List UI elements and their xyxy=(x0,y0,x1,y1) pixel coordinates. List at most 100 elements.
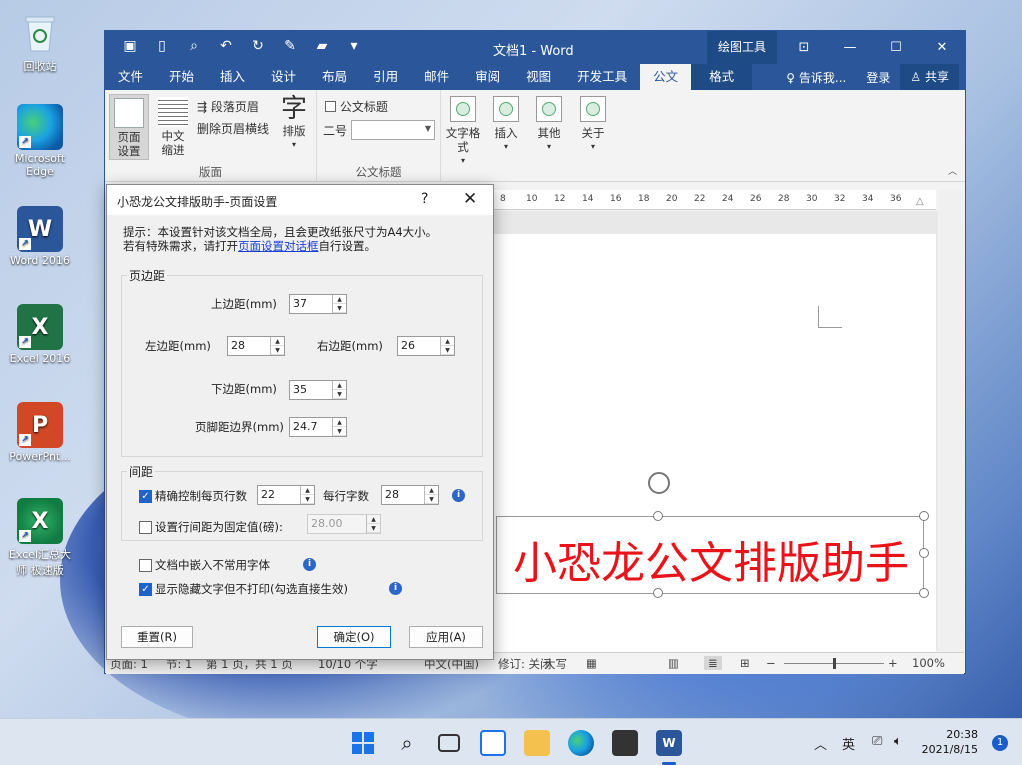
page-setup-dialog-link[interactable]: 页面设置对话框 xyxy=(238,239,319,253)
spin-up-icon[interactable]: ▲ xyxy=(441,337,454,346)
resize-handle-right[interactable] xyxy=(919,548,929,558)
chars-per-line-input[interactable]: 28 ▲ ▼ xyxy=(381,485,439,505)
text-box[interactable]: 小恐龙公文排版助手 xyxy=(496,516,924,594)
typeset-button[interactable]: 字 排版 ▾ xyxy=(275,94,313,160)
start-button[interactable] xyxy=(350,730,376,756)
read-mode-icon[interactable]: ▥ xyxy=(668,656,679,670)
save-icon[interactable]: ▣ xyxy=(121,38,139,54)
tab-review[interactable]: 审阅 xyxy=(462,64,513,90)
new-document-icon[interactable]: ▯ xyxy=(153,38,171,54)
fixed-spacing-label[interactable]: 设置行间距为固定值(磅): xyxy=(155,519,283,535)
info-icon[interactable]: i xyxy=(452,489,465,502)
spin-up-icon[interactable]: ▲ xyxy=(333,381,346,390)
info-icon[interactable]: i xyxy=(389,582,402,595)
other-menu-button[interactable]: 其他 ▾ xyxy=(531,96,567,154)
desktop-icon-word[interactable]: W ↗ Word 2016 xyxy=(0,206,80,267)
vertical-scrollbar[interactable] xyxy=(938,190,964,652)
show-hidden-icons-icon[interactable]: ︿ xyxy=(814,734,827,753)
cn-indent-button[interactable]: 中文 缩进 xyxy=(153,94,193,160)
fixed-spacing-checkbox[interactable] xyxy=(139,521,152,534)
indent-marker-icon[interactable]: △ xyxy=(916,196,924,207)
widgets-icon[interactable] xyxy=(480,730,506,756)
rotate-handle-icon[interactable] xyxy=(648,472,670,494)
spin-up-icon[interactable]: ▲ xyxy=(333,295,346,304)
input-method-indicator[interactable]: 英 xyxy=(842,734,855,753)
spin-down-icon[interactable]: ▼ xyxy=(301,495,314,504)
tell-me-search[interactable]: ♀ 告诉我... xyxy=(776,69,856,86)
right-margin-input[interactable]: 26 ▲ ▼ xyxy=(397,336,455,356)
spin-down-icon[interactable]: ▼ xyxy=(333,427,346,436)
clock[interactable]: 20:38 2021/8/15 xyxy=(922,727,978,757)
tab-format[interactable]: 格式 xyxy=(691,64,753,90)
volume-icon[interactable]: 🔈︎ xyxy=(894,734,902,749)
desktop-icon-recycle-bin[interactable]: 回收站 xyxy=(0,10,80,74)
undo-icon[interactable]: ↶ xyxy=(217,38,235,54)
spin-down-icon[interactable]: ▼ xyxy=(333,390,346,399)
embed-fonts-label[interactable]: 文档中嵌入不常用字体 xyxy=(155,557,270,573)
resize-handle-bottom-right[interactable] xyxy=(919,588,929,598)
resize-handle-bottom[interactable] xyxy=(653,588,663,598)
exact-lines-checkbox[interactable]: ✓ xyxy=(139,490,152,503)
search-icon[interactable]: ⌕ xyxy=(394,730,420,756)
zoom-level[interactable]: 100% xyxy=(912,656,945,670)
tab-design[interactable]: 设计 xyxy=(258,64,309,90)
close-button[interactable]: ✕ xyxy=(919,31,965,64)
reset-button[interactable]: 重置(R) xyxy=(121,626,193,648)
edit-icon[interactable]: ✎ xyxy=(281,38,299,54)
show-hidden-label[interactable]: 显示隐藏文字但不打印(勾选直接生效) xyxy=(155,581,348,597)
spin-up-icon[interactable]: ▲ xyxy=(425,486,438,495)
insert-menu-button[interactable]: 插入 ▾ xyxy=(488,96,524,154)
tab-layout[interactable]: 布局 xyxy=(309,64,360,90)
para-header-button[interactable]: ⇶ 段落页眉 xyxy=(197,98,259,115)
apply-button[interactable]: 应用(A) xyxy=(409,626,483,648)
network-icon[interactable]: ⎚ xyxy=(872,734,882,749)
redo-icon[interactable]: ↻ xyxy=(249,38,267,54)
tab-references[interactable]: 引用 xyxy=(360,64,411,90)
macro-record-icon[interactable]: ▦ xyxy=(586,656,597,670)
desktop-icon-edge[interactable]: ↗ Microsoft Edge xyxy=(0,104,80,178)
maximize-button[interactable]: ☐ xyxy=(873,31,919,64)
tab-gongwen[interactable]: 公文 xyxy=(640,64,692,90)
zoom-out-icon[interactable]: − xyxy=(766,656,776,670)
spin-up-icon[interactable]: ▲ xyxy=(301,486,314,495)
print-layout-icon[interactable]: ≣ xyxy=(704,656,722,670)
bottom-margin-input[interactable]: 35 ▲ ▼ xyxy=(289,380,347,400)
left-margin-input[interactable]: 28 ▲ ▼ xyxy=(227,336,285,356)
title-level-select[interactable]: ▼ xyxy=(351,120,435,140)
login-link[interactable]: 登录 xyxy=(856,69,900,86)
about-menu-button[interactable]: 关于 ▾ xyxy=(575,96,611,154)
footer-distance-input[interactable]: 24.7 ▲ ▼ xyxy=(289,417,347,437)
spin-up-icon[interactable]: ▲ xyxy=(271,337,284,346)
zoom-slider-thumb[interactable] xyxy=(833,658,836,669)
tab-insert[interactable]: 插入 xyxy=(207,64,258,90)
help-button[interactable]: ? xyxy=(421,191,428,207)
web-layout-icon[interactable]: ⊞ xyxy=(740,656,750,670)
dialog-close-icon[interactable]: ✕ xyxy=(463,189,477,209)
minimize-button[interactable]: — xyxy=(827,31,873,64)
lines-per-page-input[interactable]: 22 ▲ ▼ xyxy=(257,485,315,505)
customize-qat-icon[interactable]: ▾ xyxy=(345,38,363,54)
tab-file[interactable]: 文件 xyxy=(105,64,156,90)
zoom-in-icon[interactable]: + xyxy=(888,656,898,670)
store-icon[interactable] xyxy=(612,730,638,756)
show-hidden-checkbox[interactable]: ✓ xyxy=(139,583,152,596)
tab-developer[interactable]: 开发工具 xyxy=(564,64,640,90)
document-heading-text[interactable]: 小恐龙公文排版助手 xyxy=(497,527,925,591)
exact-lines-label[interactable]: 精确控制每页行数 xyxy=(155,488,247,504)
collapse-ribbon-icon[interactable]: ︿ xyxy=(948,164,957,177)
embed-fonts-checkbox[interactable] xyxy=(139,559,152,572)
text-format-button[interactable]: 文字格 式 ▾ xyxy=(443,96,483,168)
delete-header-line-button[interactable]: 删除页眉横线 xyxy=(197,120,269,137)
doc-title-checkbox[interactable]: 公文标题 xyxy=(325,98,388,115)
page-setup-button[interactable]: 页面 设置 xyxy=(109,94,149,160)
file-explorer-icon[interactable] xyxy=(524,730,550,756)
resize-handle-top[interactable] xyxy=(653,511,663,521)
ok-button[interactable]: 确定(O) xyxy=(317,626,391,648)
task-view-icon[interactable] xyxy=(438,734,460,752)
spin-up-icon[interactable]: ▲ xyxy=(333,418,346,427)
edge-taskbar-icon[interactable] xyxy=(568,730,594,756)
top-margin-input[interactable]: 37 ▲ ▼ xyxy=(289,294,347,314)
desktop-icon-powerpoint[interactable]: P ↗ PowerPnt... xyxy=(0,402,80,463)
share-button[interactable]: ♙ 共享 xyxy=(900,64,959,90)
spin-down-icon[interactable]: ▼ xyxy=(333,304,346,313)
